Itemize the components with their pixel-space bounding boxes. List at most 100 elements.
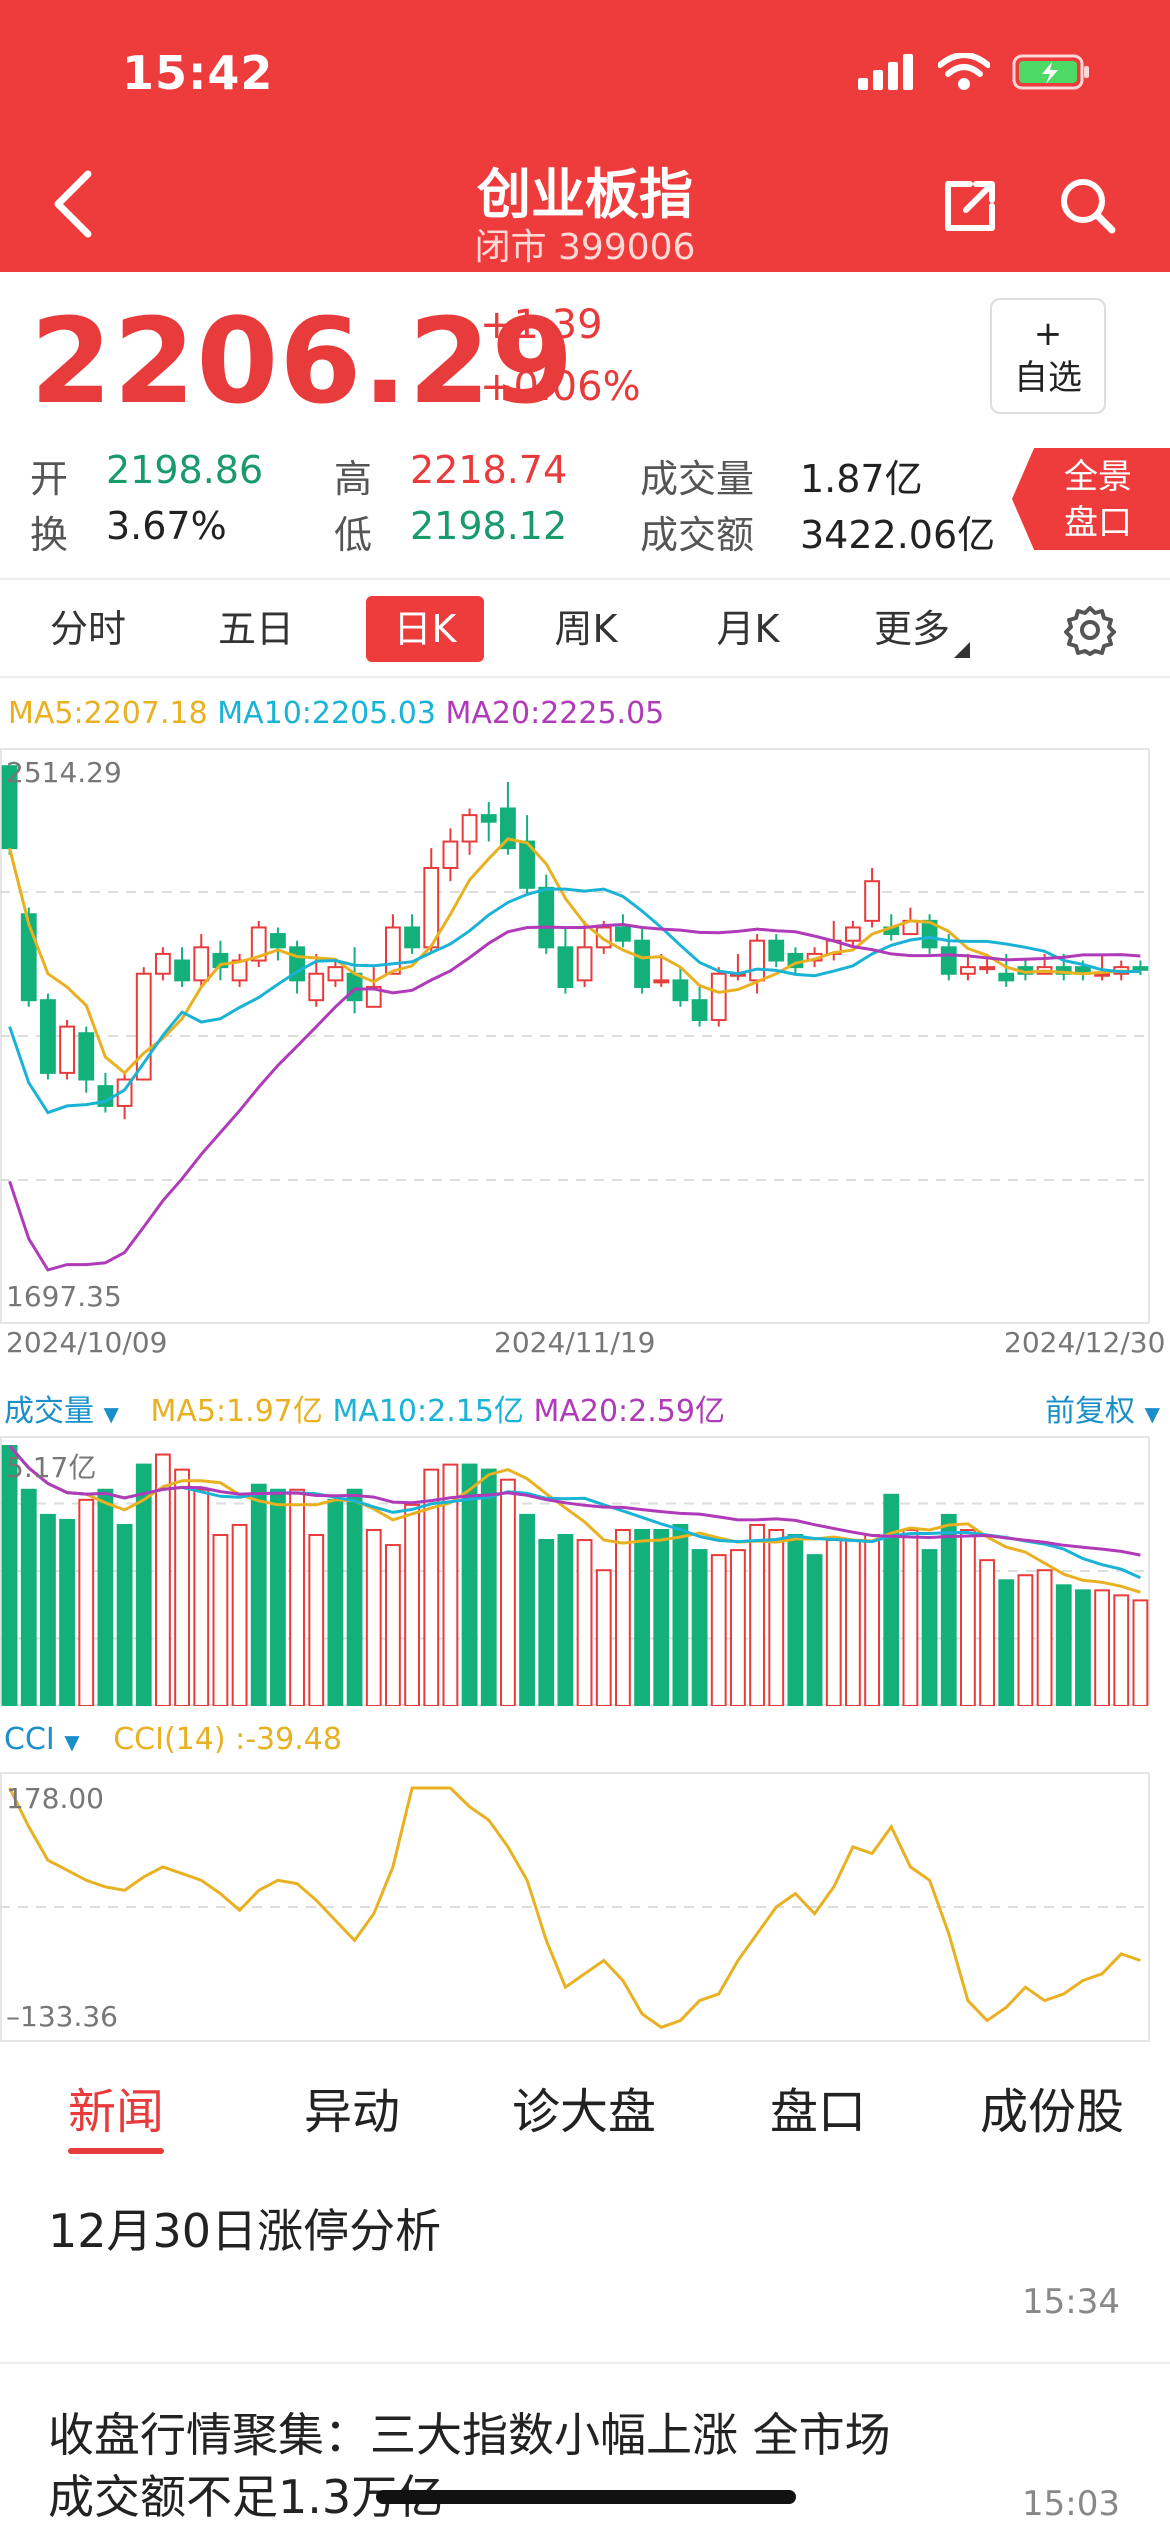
volume-bar [864, 1534, 880, 1706]
candle [308, 972, 325, 1002]
tab-constituents[interactable]: 成份股 [980, 2072, 1124, 2142]
signal-icon [858, 54, 913, 90]
ma-legend: MA5:2207.18 MA10:2205.03 MA20:2225.05 [8, 696, 664, 731]
search-icon[interactable] [1058, 176, 1118, 236]
cci-axis-top: 178.00 [6, 1782, 104, 1815]
candle [1132, 966, 1149, 971]
volume-bar [557, 1534, 574, 1706]
stock-detail-screen: 15:42 创业板指 闭市 399006 2206.29 +1.39 +0.06… [0, 0, 1170, 2532]
tab-weekly-k[interactable]: 周K [528, 596, 644, 662]
tab-daily-k[interactable]: 日K [366, 596, 484, 662]
volume-bar [20, 1488, 37, 1706]
volume-bar [845, 1539, 861, 1706]
open-value: 2198.86 [106, 448, 264, 492]
volume-bar [730, 1549, 746, 1706]
full-orderbook-button[interactable]: 全景 盘口 [1012, 448, 1170, 550]
watchlist-label: 自选 [1014, 358, 1082, 398]
candle [270, 933, 286, 949]
news-item-title[interactable]: 收盘行情聚集：三大指数小幅上涨 全市场成交额不足1.3万亿 [48, 2404, 908, 2528]
volume-bar [270, 1488, 286, 1706]
tab-market-diagnosis[interactable]: 诊大盘 [512, 2072, 656, 2142]
turnover-value: 3.67% [106, 504, 227, 548]
plus-icon: + [1033, 314, 1063, 354]
header-bar: 15:42 创业板指 闭市 399006 [0, 0, 1170, 272]
cci-indicator-label[interactable]: CCI [4, 1722, 55, 1757]
volume-bar [212, 1534, 229, 1706]
volume-indicator-label[interactable]: 成交量 [4, 1394, 94, 1429]
candle [768, 939, 785, 962]
volume-bar [825, 1539, 842, 1706]
more-caret-icon [954, 642, 970, 658]
ma10-line [8, 887, 1141, 1115]
volume-bar [250, 1483, 267, 1706]
volume-bar [710, 1554, 727, 1706]
turnover-label: 换 [30, 513, 69, 557]
candle [174, 959, 190, 982]
kline-axis-top: 2514.29 [6, 756, 122, 789]
candle [155, 952, 171, 975]
divider [0, 578, 1170, 580]
volume-bar [768, 1528, 785, 1706]
candle [461, 814, 478, 843]
amount-value: 3422.06亿 [800, 513, 996, 557]
volume-bar [40, 1513, 56, 1706]
tab-news[interactable]: 新闻 [68, 2072, 164, 2142]
price-change-percent: +0.06% [480, 364, 641, 410]
vol-ma10: MA10:2.15亿 [332, 1394, 524, 1429]
tab-five-day[interactable]: 五日 [198, 596, 314, 662]
volume-bar [1075, 1589, 1091, 1706]
tab-orderbook[interactable]: 盘口 [770, 2072, 866, 2142]
low-label: 低 [334, 513, 373, 557]
candle [615, 926, 631, 942]
tab-movement[interactable]: 异动 [304, 2072, 400, 2142]
news-item-time: 15:03 [1022, 2484, 1120, 2524]
volume-axis-top: 5.17亿 [6, 1451, 97, 1484]
battery-icon [1012, 54, 1089, 90]
candle [59, 1025, 75, 1074]
volume-bar [1132, 1599, 1149, 1706]
volume-bar [116, 1523, 133, 1706]
volume-bar [691, 1549, 708, 1706]
candle [634, 939, 650, 988]
adjustment-selector[interactable]: 前复权 ▼ [1045, 1386, 1160, 1430]
gear-icon[interactable] [1064, 604, 1116, 656]
tab-monthly-k[interactable]: 月K [690, 596, 806, 662]
volume-bar [1113, 1594, 1130, 1706]
volume-bar [1036, 1569, 1053, 1706]
wifi-icon [938, 53, 990, 90]
news-item-title[interactable]: 12月30日涨停分析 [48, 2200, 441, 2262]
cci-chart[interactable] [0, 1772, 1170, 2042]
volume-bar [595, 1569, 612, 1706]
candle [595, 926, 612, 949]
candle [557, 946, 574, 988]
candle [998, 972, 1015, 982]
ma5-value: MA5:2207.18 [8, 696, 208, 731]
volume-bar [308, 1534, 325, 1706]
candle [940, 946, 957, 975]
volume-value: 1.87亿 [800, 457, 923, 501]
volume-chart[interactable] [0, 1436, 1170, 1706]
volume-bar [921, 1549, 938, 1706]
volume-bar [672, 1523, 689, 1706]
amount-label: 成交额 [640, 513, 755, 557]
candle [653, 979, 670, 984]
candle [442, 840, 459, 869]
full-btn-line2: 盘口 [1064, 503, 1132, 543]
candle [576, 946, 593, 982]
share-icon[interactable] [940, 176, 1000, 236]
divider [0, 676, 1170, 678]
volume-bar [327, 1498, 344, 1706]
volume-bar [1017, 1574, 1034, 1706]
add-watchlist-button[interactable]: + 自选 [990, 298, 1106, 414]
kline-chart[interactable] [0, 748, 1170, 1324]
candle [672, 979, 689, 1002]
volume-bar [615, 1528, 631, 1706]
volume-bar [385, 1544, 401, 1706]
volume-bar [97, 1488, 114, 1706]
tab-intraday[interactable]: 分时 [30, 596, 146, 662]
high-label: 高 [334, 457, 373, 501]
volume-bar [193, 1488, 210, 1706]
ma10-value: MA10:2205.03 [217, 696, 436, 731]
volume-bar [289, 1488, 305, 1706]
dropdown-icon: ▼ [1144, 1402, 1160, 1426]
